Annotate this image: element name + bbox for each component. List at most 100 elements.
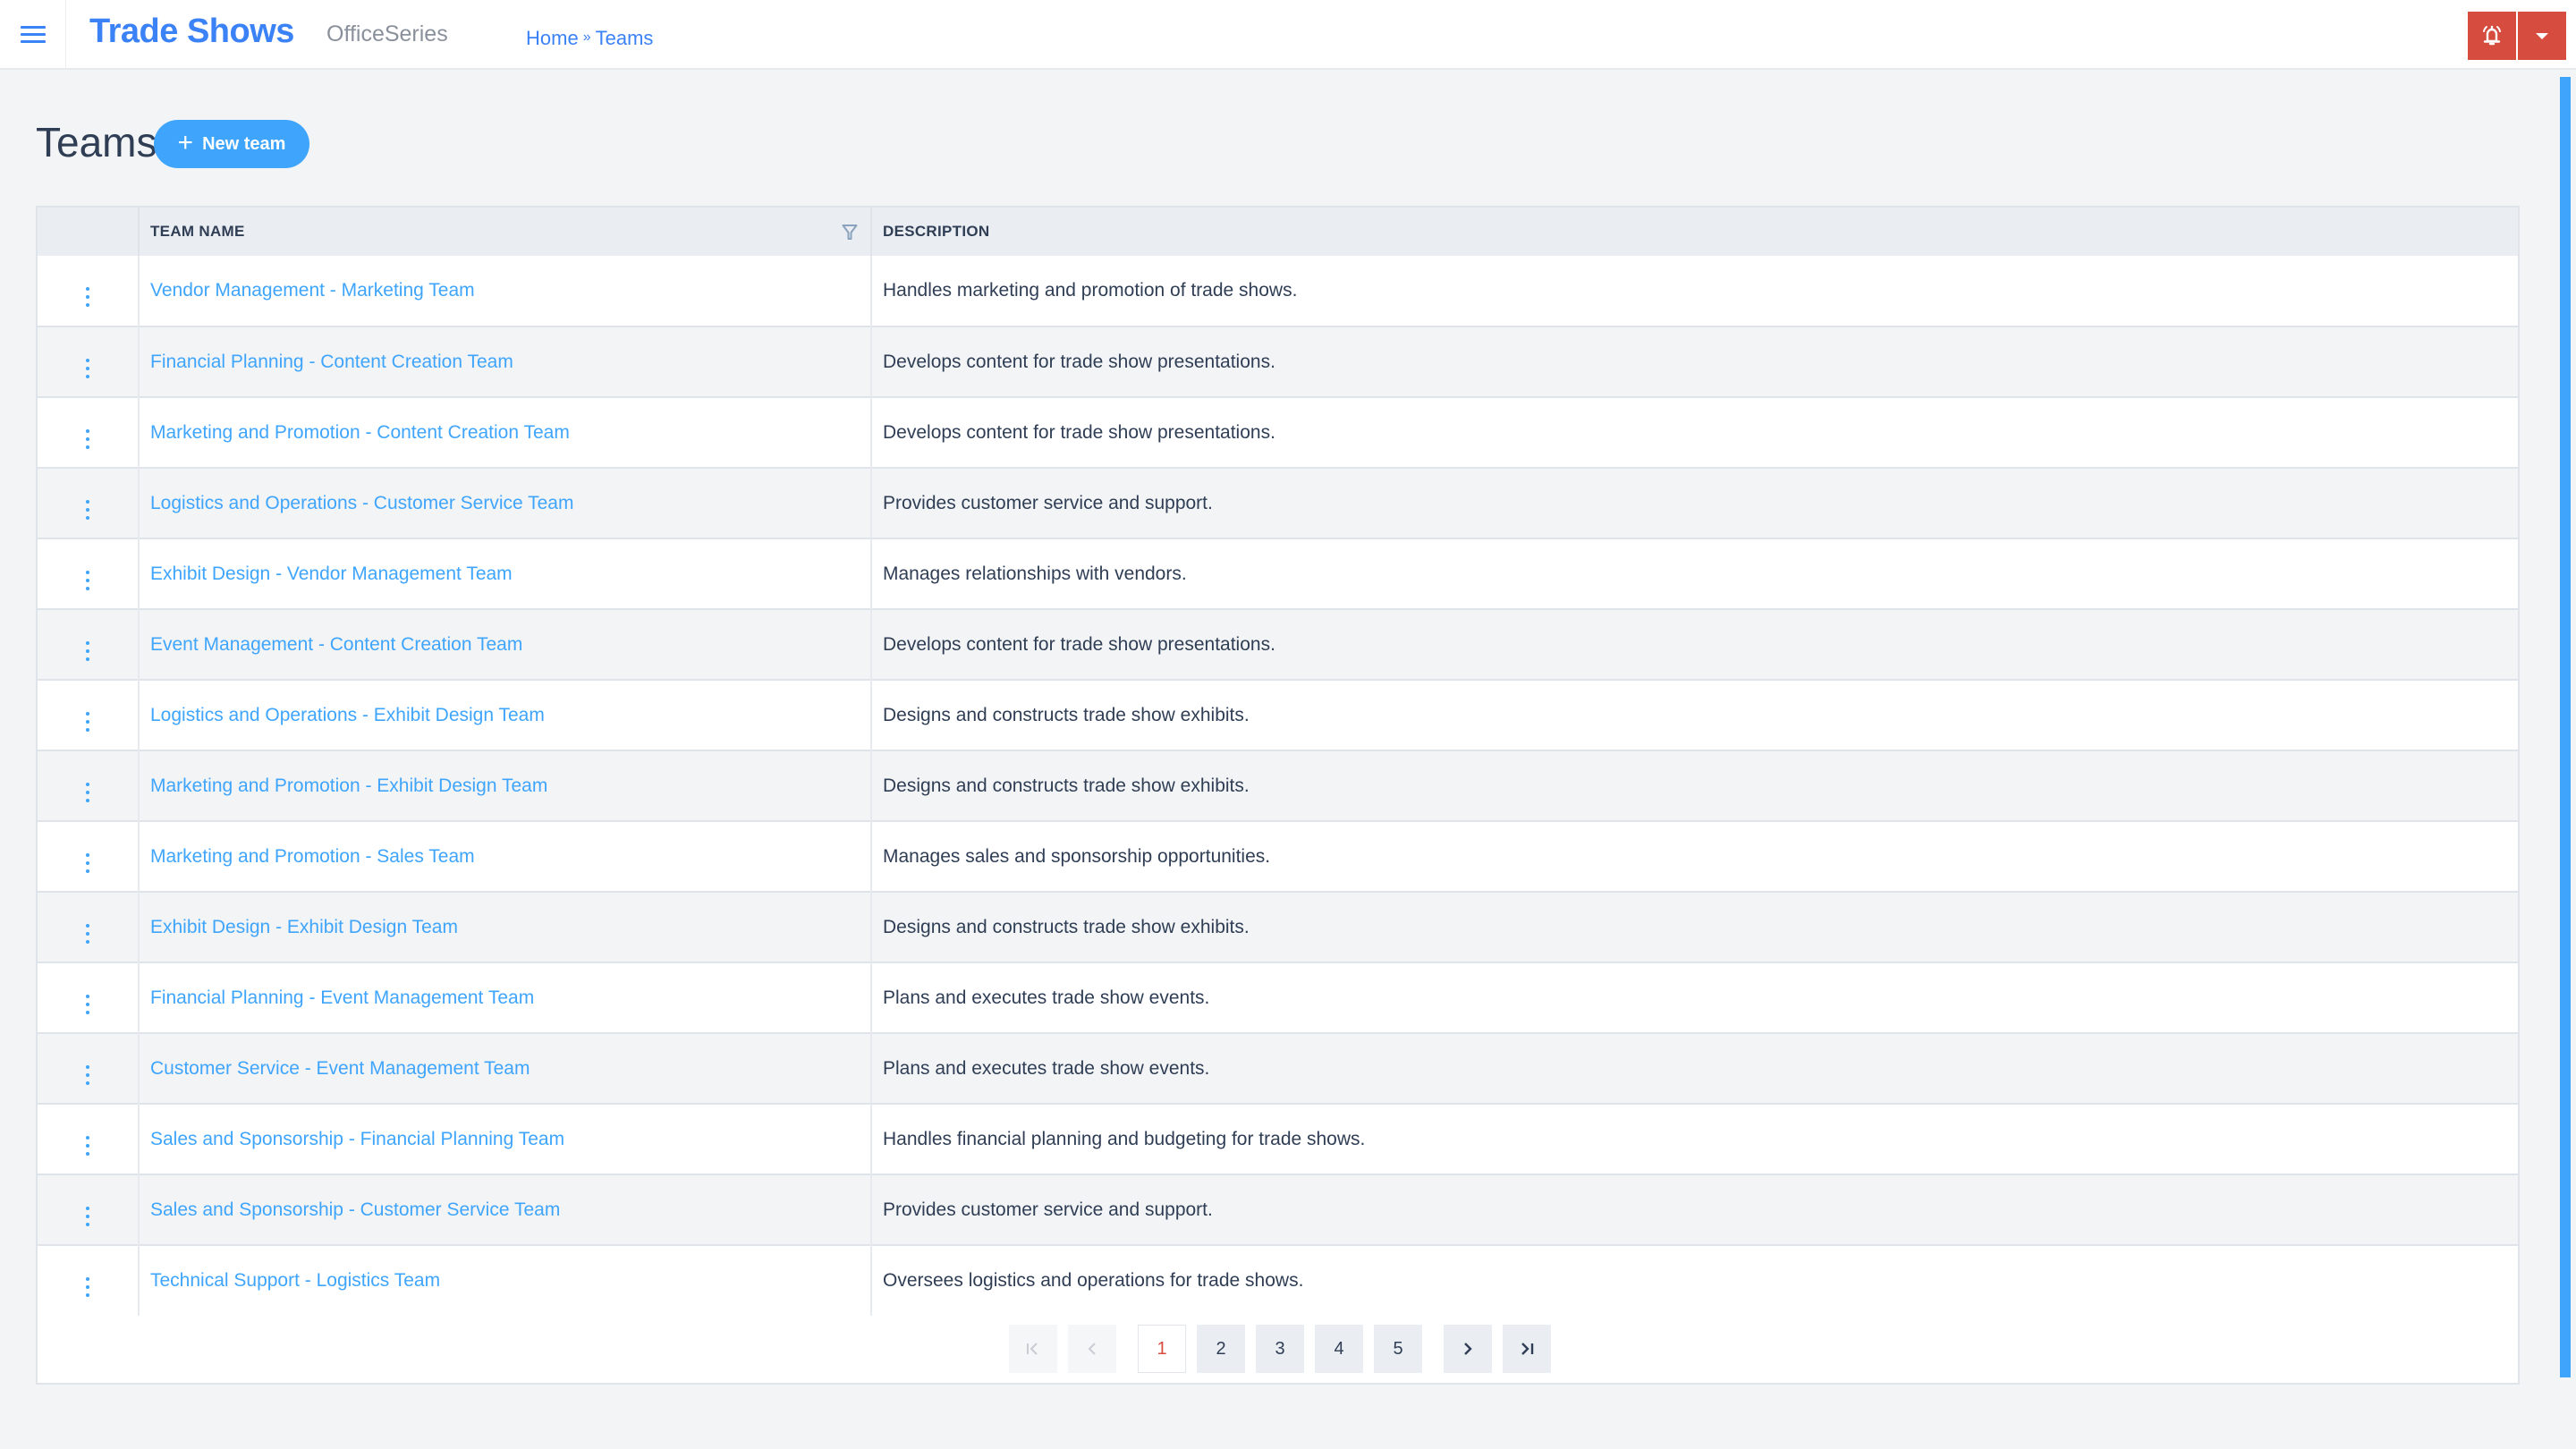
- team-name-link[interactable]: Event Management - Content Creation Team: [150, 634, 522, 655]
- row-actions-button[interactable]: [38, 891, 140, 962]
- description-cell: Designs and constructs trade show exhibi…: [871, 679, 2518, 750]
- app-title[interactable]: Trade Shows: [89, 13, 294, 51]
- next-page-icon: [1464, 1343, 1472, 1355]
- filter-icon[interactable]: [842, 224, 858, 242]
- top-header: Trade Shows OfficeSeries Home » Teams: [0, 0, 2576, 70]
- row-actions-button[interactable]: [38, 538, 140, 609]
- team-name-link[interactable]: Financial Planning - Content Creation Te…: [150, 352, 513, 372]
- description-cell: Plans and executes trade show events.: [871, 1032, 2518, 1104]
- kebab-menu-icon: [86, 499, 89, 520]
- row-actions-button[interactable]: [38, 820, 140, 892]
- page-button-2[interactable]: 2: [1197, 1325, 1245, 1373]
- kebab-menu-icon: [86, 428, 89, 449]
- kebab-menu-icon: [86, 640, 89, 661]
- description-cell: Handles marketing and promotion of trade…: [883, 280, 1298, 301]
- app-subtitle: OfficeSeries: [326, 21, 448, 47]
- notifications-button[interactable]: [2468, 12, 2516, 60]
- breadcrumb-home[interactable]: Home: [526, 27, 579, 50]
- team-name-link[interactable]: Marketing and Promotion - Exhibit Design…: [150, 775, 547, 796]
- breadcrumb-teams[interactable]: Teams: [596, 27, 654, 50]
- team-name-cell: Financial Planning - Event Management Te…: [139, 962, 872, 1033]
- team-name-link[interactable]: Exhibit Design - Exhibit Design Team: [150, 917, 458, 937]
- first-page-icon: [1027, 1343, 1038, 1355]
- previous-page-button[interactable]: [1068, 1325, 1116, 1373]
- plus-icon: +: [177, 127, 194, 157]
- table-header-row: TEAM NAME DESCRIPTION: [38, 208, 2518, 256]
- kebab-menu-icon: [86, 782, 89, 802]
- team-name-cell: Event Management - Content Creation Team: [139, 608, 872, 680]
- menu-button[interactable]: [0, 0, 66, 70]
- description-cell: Designs and constructs trade show exhibi…: [871, 750, 2518, 821]
- table-row: Customer Service - Event Management Team…: [38, 1032, 2518, 1104]
- row-actions-button[interactable]: [38, 608, 140, 680]
- table-row: Financial Planning - Content Creation Te…: [38, 326, 2518, 397]
- row-actions-button[interactable]: [38, 962, 140, 1033]
- notifications-dropdown-button[interactable]: [2518, 12, 2566, 60]
- team-name-cell: Sales and Sponsorship - Customer Service…: [139, 1174, 872, 1245]
- row-actions-button[interactable]: [38, 256, 140, 326]
- team-name-cell: Vendor Management - Marketing Team: [139, 256, 872, 326]
- team-name-link[interactable]: Marketing and Promotion - Content Creati…: [150, 422, 570, 443]
- row-actions-button[interactable]: [38, 1032, 140, 1104]
- description-cell: Plans and executes trade show events.: [871, 962, 2518, 1033]
- page-button-5[interactable]: 5: [1374, 1325, 1422, 1373]
- new-team-button[interactable]: + New team: [154, 120, 309, 168]
- row-actions-button[interactable]: [38, 1103, 140, 1174]
- breadcrumb: Home » Teams: [526, 27, 653, 50]
- new-team-label: New team: [202, 133, 286, 154]
- caret-down-icon: [2536, 32, 2548, 39]
- page-button-4[interactable]: 4: [1315, 1325, 1363, 1373]
- team-name-cell: Sales and Sponsorship - Financial Planni…: [139, 1103, 872, 1174]
- notification-group: [2468, 12, 2566, 60]
- table-row: Financial Planning - Event Management Te…: [38, 962, 2518, 1033]
- column-header-team-name[interactable]: TEAM NAME: [139, 208, 872, 256]
- team-name-link[interactable]: Sales and Sponsorship - Customer Service…: [150, 1199, 560, 1220]
- kebab-menu-icon: [86, 570, 89, 590]
- next-page-button[interactable]: [1444, 1325, 1492, 1373]
- table-row: Technical Support - Logistics Team Overse…: [38, 1244, 2518, 1316]
- team-name-link[interactable]: Financial Planning - Event Management Te…: [150, 987, 534, 1008]
- table-row: Sales and Sponsorship - Customer Service…: [38, 1174, 2518, 1245]
- table-body: Vendor Management - Marketing Team Handle…: [38, 256, 2518, 1316]
- column-header-team-name-label: TEAM NAME: [150, 223, 245, 240]
- last-page-icon: [1521, 1343, 1534, 1355]
- kebab-menu-icon: [86, 287, 89, 307]
- first-page-button[interactable]: [1009, 1325, 1057, 1373]
- description-cell: Provides customer service and support.: [871, 467, 2518, 538]
- team-name-link[interactable]: Logistics and Operations - Customer Serv…: [150, 493, 573, 513]
- table-row: Exhibit Design - Vendor Management Team M…: [38, 538, 2518, 609]
- kebab-menu-icon: [86, 1135, 89, 1156]
- row-actions-button[interactable]: [38, 467, 140, 538]
- last-page-button[interactable]: [1503, 1325, 1551, 1373]
- team-name-cell: Marketing and Promotion - Content Creati…: [139, 396, 872, 468]
- row-actions-button[interactable]: [38, 396, 140, 468]
- kebab-menu-icon: [86, 358, 89, 378]
- description-cell: Oversees logistics and operations for tr…: [871, 1244, 2518, 1316]
- team-name-link[interactable]: Sales and Sponsorship - Financial Planni…: [150, 1129, 564, 1149]
- team-name-cell: Logistics and Operations - Customer Serv…: [139, 467, 872, 538]
- table-row: Marketing and Promotion - Content Creati…: [38, 396, 2518, 468]
- team-name-link[interactable]: Logistics and Operations - Exhibit Desig…: [150, 705, 545, 725]
- description-cell: Manages sales and sponsorship opportunit…: [871, 820, 2518, 892]
- row-actions-button[interactable]: [38, 326, 140, 397]
- kebab-menu-icon: [86, 923, 89, 944]
- team-name-link[interactable]: Marketing and Promotion - Sales Team: [150, 846, 475, 867]
- kebab-menu-icon: [86, 1064, 89, 1085]
- row-actions-button[interactable]: [38, 750, 140, 821]
- team-name-link[interactable]: Vendor Management - Marketing Team: [150, 280, 475, 301]
- team-name-cell: Exhibit Design - Exhibit Design Team: [139, 891, 872, 962]
- page-button-3[interactable]: 3: [1256, 1325, 1304, 1373]
- table-row: Sales and Sponsorship - Financial Planni…: [38, 1103, 2518, 1174]
- bell-ringing-icon: [2483, 25, 2501, 46]
- table-row: Logistics and Operations - Customer Serv…: [38, 467, 2518, 538]
- team-name-link[interactable]: Exhibit Design - Vendor Management Team: [150, 564, 513, 584]
- row-actions-button[interactable]: [38, 679, 140, 750]
- kebab-menu-icon: [86, 1277, 89, 1297]
- team-name-cell: Logistics and Operations - Exhibit Desig…: [139, 679, 872, 750]
- row-actions-button[interactable]: [38, 1174, 140, 1245]
- page-button-1[interactable]: 1: [1138, 1325, 1186, 1373]
- row-actions-button[interactable]: [38, 1244, 140, 1316]
- vertical-scrollbar[interactable]: [2560, 77, 2571, 1377]
- team-name-link[interactable]: Technical Support - Logistics Team: [150, 1270, 440, 1291]
- team-name-link[interactable]: Customer Service - Event Management Team: [150, 1058, 530, 1079]
